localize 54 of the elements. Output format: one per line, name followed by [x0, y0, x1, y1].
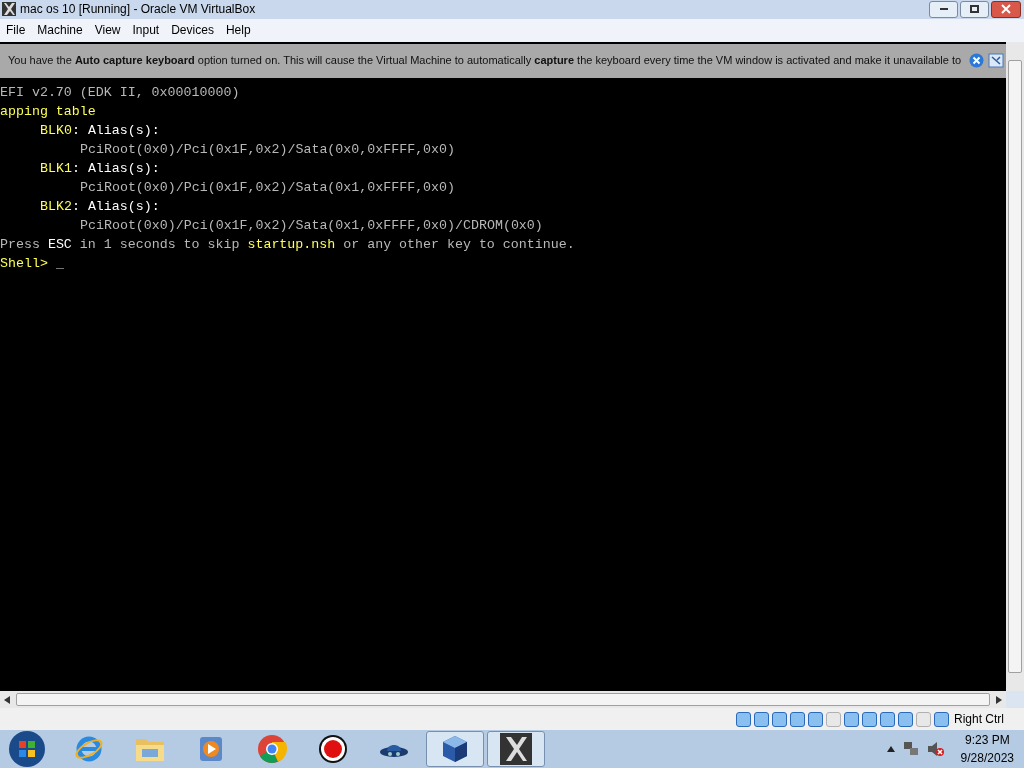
host-key-label: Right Ctrl [954, 711, 1004, 728]
arrow-left-icon[interactable] [4, 695, 10, 704]
console-text: PciRoot(0x0)/Pci(0x1F,0x2)/Sata(0x1,0xFFFF,0x0)/CDROM(0x0) [80, 216, 543, 235]
close-button[interactable] [991, 1, 1021, 18]
console-text: BLK2 [40, 197, 72, 216]
close-icon[interactable] [969, 53, 985, 69]
menu-item[interactable]: Devices [166, 21, 219, 40]
console-text: in 1 seconds to skip [79, 235, 240, 254]
cube-icon [441, 734, 469, 764]
start-button[interactable] [8, 730, 46, 768]
pin-icon[interactable] [988, 53, 1005, 69]
clock-time[interactable]: 9:23 PM [964, 731, 1010, 749]
console-text: Shell> [0, 254, 48, 273]
browser-icon [257, 734, 287, 764]
console-text: BLK1 [40, 159, 72, 178]
console-text: or any other key to continue. [343, 235, 575, 254]
play-icon [198, 735, 224, 763]
arrow-right-icon[interactable] [996, 695, 1002, 704]
notice-text: You have the Auto capture keyboard option turned on. This will cause the Virtual Machine to automatically capture the keyboard every time the VM window is activated and make it unavailable to [8, 53, 962, 69]
menu-item[interactable]: Help [220, 21, 256, 40]
scrollbar-thumb[interactable] [1008, 59, 1022, 674]
console-text: _ [55, 254, 64, 273]
console-text: : Alias(s): [71, 159, 160, 178]
window-title: mac os 10 [Running] - Oracle VM VirtualBox [20, 1, 256, 19]
x-logo-icon [500, 733, 532, 765]
console-text: : Alias(s): [71, 197, 160, 216]
vertical-scrollbar[interactable] [1006, 41, 1024, 692]
taskbar-button[interactable] [487, 731, 545, 767]
console-text: PciRoot(0x0)/Pci(0x1F,0x2)/Sata(0x0,0xFFFF,0x0) [80, 140, 456, 159]
menu-item[interactable]: Machine [32, 21, 88, 40]
scrollbar-thumb[interactable] [16, 693, 990, 707]
globe-icon [74, 734, 104, 764]
console-text: startup.nsh [247, 235, 336, 254]
console-text: PciRoot(0x0)/Pci(0x1F,0x2)/Sata(0x1,0xFFFF,0x0) [80, 178, 456, 197]
speaker-muted-icon[interactable] [926, 741, 945, 757]
maximize-button[interactable] [960, 1, 989, 18]
close-icon [1001, 4, 1011, 15]
console-text: Press [0, 235, 40, 254]
taskbar-button[interactable] [426, 731, 484, 767]
console-text: : Alias(s): [71, 121, 160, 140]
maximize-icon [970, 5, 979, 14]
console-text: ESC [47, 235, 72, 254]
minimize-button[interactable] [929, 1, 958, 18]
show-hidden-icon[interactable] [886, 746, 895, 752]
menu-item[interactable]: File [1, 21, 31, 40]
app-icon [2, 2, 16, 17]
console-text: BLK0 [40, 121, 72, 140]
console-text: apping table [0, 102, 96, 121]
menu-item[interactable]: Input [127, 21, 165, 40]
minimize-icon [939, 8, 948, 11]
console-text: EFI v2.70 (EDK II, 0x00010000) [0, 83, 240, 102]
menu-item[interactable]: View [89, 21, 126, 40]
clock-date[interactable]: 9/28/2023 [960, 749, 1014, 767]
horizontal-scrollbar[interactable] [0, 691, 1006, 709]
